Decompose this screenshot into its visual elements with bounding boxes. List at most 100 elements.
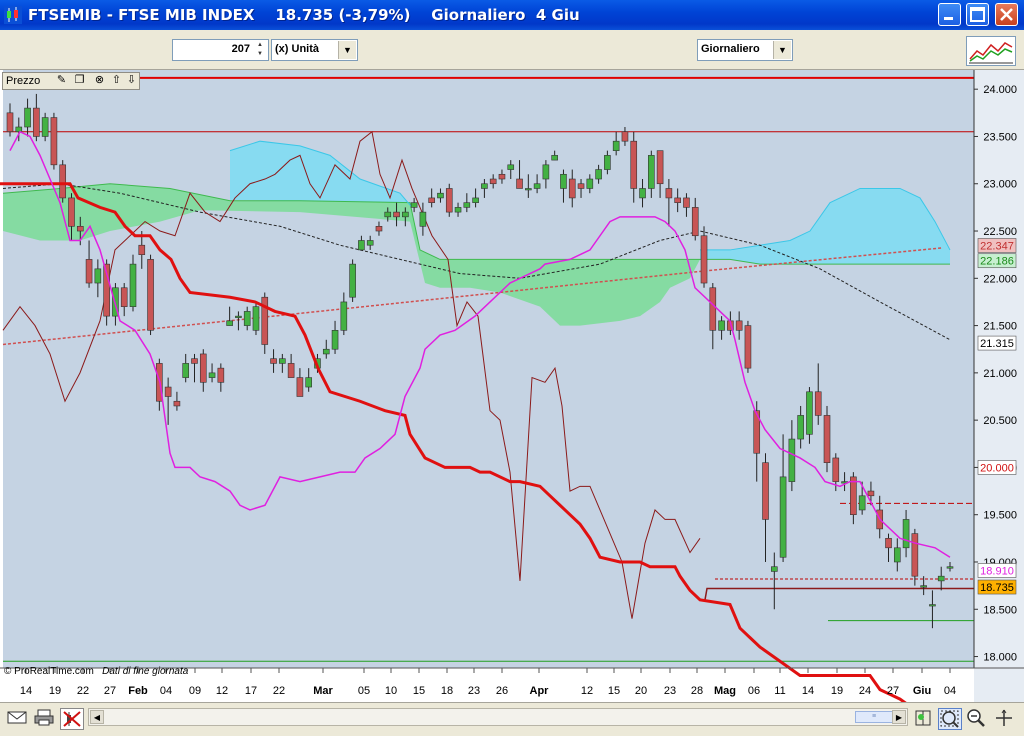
candle-body xyxy=(806,391,813,435)
x-tick-label: 15 xyxy=(413,685,425,697)
candle-body xyxy=(621,131,629,142)
horizontal-scrollbar[interactable]: ◀ ≡ ▶ xyxy=(88,708,908,726)
candle-body xyxy=(243,311,251,326)
value-tag-label: 20.000 xyxy=(980,462,1014,474)
candle-body xyxy=(322,348,330,355)
app-candle-icon xyxy=(4,6,22,24)
wrench-icon[interactable]: ✎ xyxy=(55,74,68,87)
x-tick-label: 27 xyxy=(887,685,899,697)
x-tick-label: 27 xyxy=(104,685,116,697)
candle-body xyxy=(577,183,585,189)
candle-body xyxy=(823,415,831,463)
value-tag: 20.000 xyxy=(977,460,1017,475)
minimize-button[interactable] xyxy=(938,3,961,26)
delete-button[interactable] xyxy=(60,708,84,730)
candle-body xyxy=(454,207,462,213)
candle-body xyxy=(331,330,339,350)
candle-body xyxy=(560,173,567,189)
chart-type-button[interactable] xyxy=(966,36,1016,66)
close-panel-icon[interactable]: ⊗ xyxy=(93,74,106,87)
candle xyxy=(261,292,269,354)
window-icon[interactable]: ❐ xyxy=(73,74,86,87)
candle-body xyxy=(296,377,304,397)
candle-body xyxy=(366,240,374,246)
candle-body xyxy=(68,197,75,227)
candle-body xyxy=(279,358,286,364)
x-tick-label: 22 xyxy=(77,685,89,697)
x-tick-label: Giu xyxy=(913,685,931,697)
zoom-select-button[interactable] xyxy=(938,708,962,730)
candle-body xyxy=(287,363,295,378)
scroll-left-icon[interactable]: ◀ xyxy=(90,710,104,724)
x-tick-label: 10 xyxy=(385,685,397,697)
print-button[interactable] xyxy=(33,708,57,730)
candle-body xyxy=(902,519,910,549)
y-tick-label: 23.500 xyxy=(983,131,1017,143)
candle xyxy=(50,112,58,170)
value-tag-label: 22.186 xyxy=(980,256,1014,268)
x-tick-label: 24 xyxy=(859,685,871,697)
scroll-thumb[interactable]: ≡ xyxy=(855,711,893,723)
candle-body xyxy=(516,178,523,189)
candle-body xyxy=(191,358,198,364)
candle-body xyxy=(612,140,620,151)
value-tag: 22.347 xyxy=(977,238,1017,253)
candle-body xyxy=(542,164,550,180)
chart-area[interactable]: 24.000 23.500 23.000 22.500 22.000 21.500 21.0… xyxy=(0,70,1024,702)
x-tick-label: 15 xyxy=(608,685,620,697)
units-spinner[interactable]: 207 ▲ ▼ xyxy=(172,39,269,61)
move-down-icon[interactable]: ⇩ xyxy=(125,74,138,87)
spinner-arrows-icon[interactable]: ▲ ▼ xyxy=(253,41,267,59)
x-tick-label: 19 xyxy=(831,685,843,697)
price-chart[interactable]: 24.000 23.500 23.000 22.500 22.000 21.500 21.0… xyxy=(0,70,1024,702)
candle-body xyxy=(393,211,400,218)
window-titlebar: FTSEMIB - FTSE MIB INDEX 18.735 (-3,79%)… xyxy=(0,0,1024,30)
y-tick-label: 21.500 xyxy=(983,321,1017,333)
candle-body xyxy=(94,268,102,284)
candle-body xyxy=(630,140,638,189)
candle-body xyxy=(779,476,787,558)
candle-body xyxy=(428,197,435,203)
zoom-in-button[interactable] xyxy=(965,708,989,730)
candle-body xyxy=(700,235,708,284)
y-tick-label: 19.500 xyxy=(983,510,1017,522)
chevron-down-icon[interactable]: ▼ xyxy=(338,41,356,59)
candle-body xyxy=(173,400,181,407)
crosshair-icon xyxy=(996,709,1012,726)
y-tick-label: 23.000 xyxy=(983,179,1017,191)
crosshair-button[interactable] xyxy=(993,708,1017,730)
candle-body xyxy=(858,495,866,511)
x-tick-label: Feb xyxy=(128,685,148,697)
x-tick-label: 11 xyxy=(774,685,785,697)
chevron-down-icon[interactable]: ▼ xyxy=(773,41,791,59)
value-tag-label: 18.735 xyxy=(980,582,1014,594)
candle-body xyxy=(463,202,471,208)
zoom-fit-button[interactable] xyxy=(912,708,936,730)
mail-icon xyxy=(7,711,27,724)
candle-body xyxy=(885,538,892,549)
candle-body xyxy=(946,566,954,569)
candle-body xyxy=(76,225,84,232)
scroll-right-icon[interactable]: ▶ xyxy=(892,710,906,724)
candle-body xyxy=(762,462,769,520)
candle-body xyxy=(15,126,23,133)
candle xyxy=(103,259,110,326)
candle-body xyxy=(41,117,49,137)
candle-body xyxy=(358,240,365,251)
x-tick-label: 17 xyxy=(245,685,257,697)
candle-body xyxy=(489,178,497,185)
candle-body xyxy=(665,188,673,199)
maximize-button[interactable] xyxy=(966,3,989,26)
move-up-icon[interactable]: ⇧ xyxy=(110,74,123,87)
candle-body xyxy=(208,372,216,378)
close-button[interactable] xyxy=(995,3,1018,26)
x-tick-label: Apr xyxy=(530,685,550,697)
minimize-icon xyxy=(944,17,953,20)
candle-body xyxy=(217,367,225,383)
period-dropdown[interactable]: Giornaliero ▼ xyxy=(697,39,793,61)
units-dropdown[interactable]: (x) Unità ▼ xyxy=(271,39,358,61)
y-tick-label: 18.000 xyxy=(983,652,1017,664)
units-value: 207 xyxy=(231,43,250,55)
mail-button[interactable] xyxy=(6,708,30,730)
candle-body xyxy=(226,320,233,326)
